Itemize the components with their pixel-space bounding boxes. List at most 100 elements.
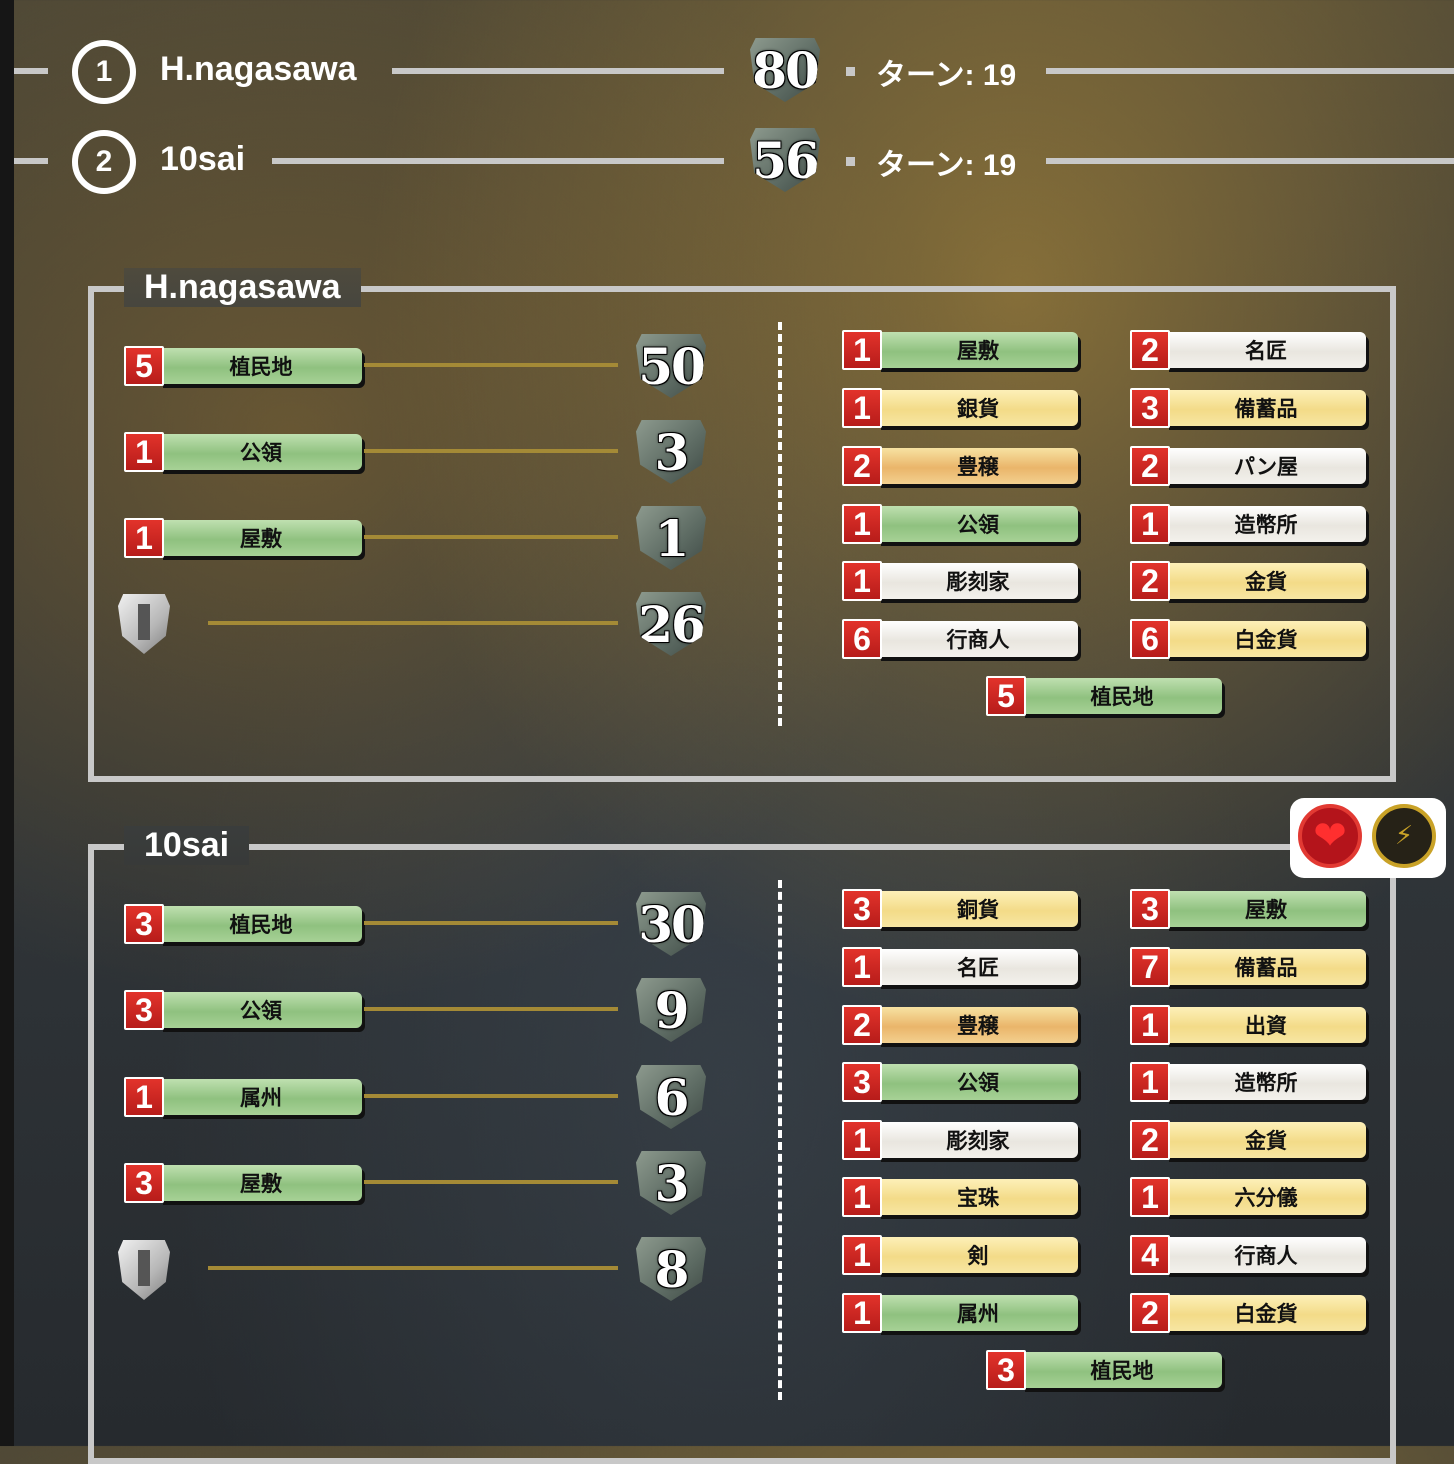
- reaction-buttons: ❤ ⚡: [1290, 798, 1446, 878]
- deck-card: 2 豊穣: [842, 1005, 1078, 1045]
- summary-line: [364, 535, 618, 539]
- score-value: 80: [752, 40, 820, 100]
- card-count: 3: [1130, 889, 1170, 929]
- card-count: 1: [1130, 504, 1170, 544]
- card-count: 1: [1130, 1005, 1170, 1045]
- card-count: 1: [124, 432, 164, 472]
- summary-line: [364, 1007, 618, 1011]
- card-count: 5: [124, 346, 164, 386]
- card-label: 名匠: [878, 949, 1078, 985]
- deck-card: 1 公領: [842, 504, 1078, 544]
- deck-card: 2 白金貨: [1130, 1293, 1366, 1333]
- deck-card: 3 備蓄品: [1130, 388, 1366, 428]
- summary-card: 5 植民地: [124, 346, 362, 386]
- header-line: [272, 158, 724, 164]
- deck-card: 3 植民地: [986, 1350, 1222, 1390]
- deck-card: 1 六分儀: [1130, 1177, 1366, 1217]
- deck-card: 3 屋敷: [1130, 889, 1366, 929]
- card-label: 造幣所: [1166, 1064, 1366, 1100]
- card-label: 公領: [878, 506, 1078, 542]
- points-value: 1: [654, 508, 690, 568]
- heart-icon[interactable]: ❤: [1298, 804, 1362, 868]
- card-count: 1: [842, 1120, 882, 1160]
- card-count: 2: [1130, 330, 1170, 370]
- card-count: 2: [1130, 561, 1170, 601]
- score-shield: 80: [750, 38, 820, 102]
- card-label: 属州: [160, 1079, 362, 1115]
- deck-card: 1 銀貨: [842, 388, 1078, 428]
- summary-card: 1 公領: [124, 432, 362, 472]
- card-count: 1: [842, 504, 882, 544]
- summary-card: 3 公領: [124, 990, 362, 1030]
- card-label: 名匠: [1166, 332, 1366, 368]
- panel-title: 10sai: [124, 826, 250, 865]
- summary-line: [364, 363, 618, 367]
- header-line: [1046, 68, 1454, 74]
- card-label: 屋敷: [878, 332, 1078, 368]
- points-value: 6: [654, 1067, 690, 1127]
- summary-card: 3 屋敷: [124, 1163, 362, 1203]
- rank-badge: 2: [72, 130, 136, 194]
- card-label: 植民地: [1022, 678, 1222, 714]
- card-count: 1: [124, 1077, 164, 1117]
- card-count: 1: [842, 388, 882, 428]
- card-count: 3: [842, 889, 882, 929]
- player-name: H.nagasawa: [160, 50, 357, 88]
- card-count: 3: [124, 990, 164, 1030]
- deck-card: 6 白金貨: [1130, 619, 1366, 659]
- score-value: 56: [752, 130, 820, 190]
- summary-card: 1 属州: [124, 1077, 362, 1117]
- panel-divider: [778, 322, 782, 726]
- points-value: 9: [654, 980, 690, 1040]
- card-label: 植民地: [160, 348, 362, 384]
- turn-count: ターン: 19: [876, 149, 1017, 182]
- deck-card: 1 造幣所: [1130, 1062, 1366, 1102]
- header-line: [14, 68, 48, 74]
- card-label: 公領: [160, 434, 362, 470]
- deck-card: 1 彫刻家: [842, 1120, 1078, 1160]
- card-count: 5: [986, 676, 1026, 716]
- card-count: 6: [842, 619, 882, 659]
- deck-card: 2 豊穣: [842, 446, 1078, 486]
- card-label: 行商人: [878, 621, 1078, 657]
- card-count: 1: [842, 1293, 882, 1333]
- card-label: 銅貨: [878, 891, 1078, 927]
- deck-card: 1 造幣所: [1130, 504, 1366, 544]
- summary-line: [208, 621, 618, 625]
- deck-card: 2 パン屋: [1130, 446, 1366, 486]
- card-count: 1: [842, 947, 882, 987]
- card-label: 剣: [878, 1237, 1078, 1273]
- deck-card: 1剣: [842, 1235, 1078, 1275]
- card-label: 金貨: [1166, 1122, 1366, 1158]
- deck-card: 2 名匠: [1130, 330, 1366, 370]
- card-count: 1: [842, 561, 882, 601]
- player-name: 10sai: [160, 140, 246, 178]
- card-count: 3: [124, 1163, 164, 1203]
- card-count: 2: [1130, 1293, 1170, 1333]
- summary-card: 3 植民地: [124, 904, 362, 944]
- card-label: 植民地: [160, 906, 362, 942]
- card-label: 屋敷: [160, 520, 362, 556]
- deck-card: 5 植民地: [986, 676, 1222, 716]
- card-label: 宝珠: [878, 1179, 1078, 1215]
- card-count: 6: [1130, 619, 1170, 659]
- card-count: 1: [1130, 1177, 1170, 1217]
- card-label: 公領: [160, 992, 362, 1028]
- card-label: 屋敷: [160, 1165, 362, 1201]
- card-label: 備蓄品: [1166, 949, 1366, 985]
- card-label: パン屋: [1166, 448, 1366, 484]
- card-label: 備蓄品: [1166, 390, 1366, 426]
- separator-dot: [846, 157, 855, 166]
- lightning-icon[interactable]: ⚡: [1372, 804, 1436, 868]
- card-label: 植民地: [1022, 1352, 1222, 1388]
- points-value: 3: [654, 422, 690, 482]
- deck-card: 1 彫刻家: [842, 561, 1078, 601]
- card-count: 1: [124, 518, 164, 558]
- deck-card: 1 出資: [1130, 1005, 1366, 1045]
- card-count: 7: [1130, 947, 1170, 987]
- card-label: 属州: [878, 1295, 1078, 1331]
- card-count: 3: [1130, 388, 1170, 428]
- deck-card: 1 宝珠: [842, 1177, 1078, 1217]
- deck-card: 4 行商人: [1130, 1235, 1366, 1275]
- left-edge-strip: [0, 0, 14, 1446]
